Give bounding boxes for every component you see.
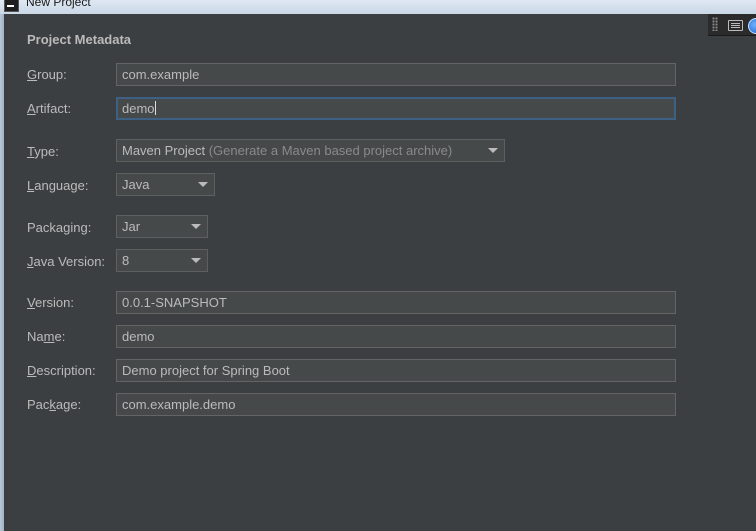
package-label: Package:	[27, 397, 82, 412]
description-field[interactable]: Demo project for Spring Boot	[116, 359, 676, 382]
artifact-value: demo	[122, 101, 155, 116]
app-icon	[4, 0, 19, 12]
packaging-select-value: Jar	[122, 219, 141, 234]
text-caret	[154, 101, 156, 115]
package-field[interactable]: com.example.demo	[116, 393, 676, 416]
type-select-value: Maven Project	[122, 143, 206, 158]
chevron-down-icon	[198, 182, 208, 187]
artifact-field[interactable]: demo	[116, 97, 676, 120]
version-field[interactable]: 0.0.1-SNAPSHOT	[116, 291, 676, 314]
chevron-down-icon	[191, 258, 201, 263]
language-label: Language:	[27, 178, 89, 193]
window-title: New Project	[26, 0, 91, 9]
artifact-label: Artifact:	[27, 101, 72, 116]
java-version-select-value: 8	[122, 253, 130, 268]
section-title: Project Metadata	[27, 32, 132, 47]
name-label: Name:	[27, 329, 66, 344]
floating-tray-widget[interactable]	[708, 14, 756, 36]
keyboard-icon[interactable]	[728, 20, 743, 31]
type-select-hint: (Generate a Maven based project archive)	[208, 143, 453, 158]
status-ball-icon[interactable]	[748, 18, 756, 34]
chevron-down-icon	[191, 224, 201, 229]
type-select[interactable]: Maven Project (Generate a Maven based pr…	[116, 139, 505, 162]
java-version-label: Java Version:	[27, 254, 106, 269]
description-label: Description:	[27, 363, 96, 378]
name-field[interactable]: demo	[116, 325, 676, 348]
java-version-select[interactable]: 8	[116, 249, 208, 272]
window-frame-edge	[0, 14, 4, 531]
type-label: Type:	[27, 144, 59, 159]
drag-grip-icon[interactable]	[712, 17, 718, 31]
packaging-select[interactable]: Jar	[116, 215, 208, 238]
window-titlebar[interactable]: New Project	[0, 0, 756, 14]
language-select[interactable]: Java	[116, 173, 215, 196]
packaging-label: Packaging:	[27, 220, 92, 235]
language-select-value: Java	[122, 177, 150, 192]
group-field[interactable]: com.example	[116, 63, 676, 86]
chevron-down-icon	[488, 148, 498, 153]
version-label: Version:	[27, 295, 74, 310]
group-label: Group:	[27, 67, 67, 82]
